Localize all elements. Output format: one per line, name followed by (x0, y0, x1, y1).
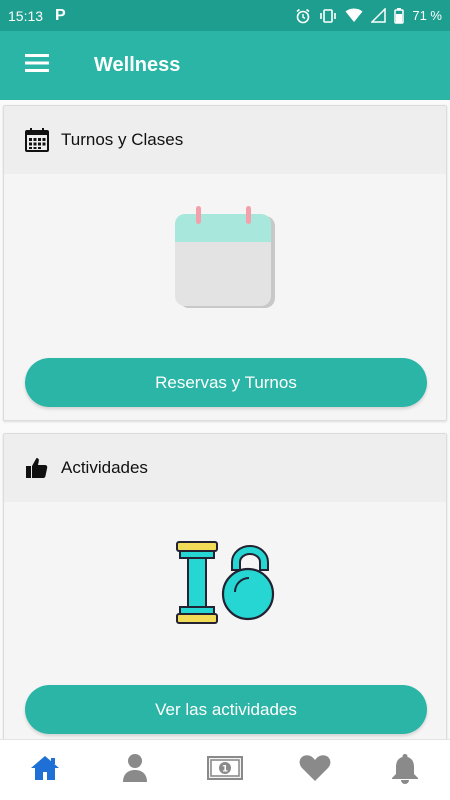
battery-level: 71 % (412, 8, 442, 23)
wifi-icon (345, 8, 363, 23)
thumbs-up-icon (24, 455, 50, 481)
menu-button[interactable] (0, 31, 74, 100)
vibrate-icon (319, 8, 337, 24)
card-header: Turnos y Clases (4, 106, 446, 174)
gym-illustration (4, 540, 446, 630)
card-title: Turnos y Clases (61, 130, 184, 149)
ver-actividades-button[interactable]: Ver las actividades (25, 685, 427, 734)
battery-icon (394, 7, 405, 24)
heart-icon (299, 754, 331, 787)
turnos-card: Turnos y Clases Reservas y Turnos (3, 105, 447, 421)
svg-text:1: 1 (222, 764, 228, 774)
nav-profile[interactable] (105, 740, 165, 800)
bottom-navigation: 1 (0, 739, 450, 800)
status-icons: 71 % (295, 7, 442, 24)
user-icon (122, 753, 148, 788)
card-header: Actividades (4, 434, 446, 502)
nav-payments[interactable]: 1 (195, 740, 255, 800)
hamburger-icon (25, 54, 49, 77)
status-bar: 15:13 P 71 % (0, 0, 450, 31)
home-icon (30, 755, 60, 786)
calendar-illustration (4, 206, 446, 310)
money-icon: 1 (206, 755, 244, 785)
calendar-illustration-icon (175, 206, 275, 308)
calendar-icon (24, 127, 50, 153)
parking-app-icon: P (55, 6, 66, 24)
signal-icon (371, 8, 387, 23)
bell-icon (390, 752, 420, 789)
dumbbell-kettlebell-icon (176, 541, 275, 624)
nav-notifications[interactable] (375, 740, 435, 800)
status-time: 15:13 (8, 7, 44, 24)
reservas-turnos-button[interactable]: Reservas y Turnos (25, 358, 427, 407)
app-title: Wellness (94, 54, 181, 76)
alarm-icon (295, 8, 311, 24)
nav-home[interactable] (15, 740, 75, 800)
app-bar: Wellness (0, 31, 450, 100)
card-title: Actividades (61, 458, 148, 477)
nav-favorites[interactable] (285, 740, 345, 800)
actividades-card: Actividades Ver las actividades (3, 433, 447, 753)
